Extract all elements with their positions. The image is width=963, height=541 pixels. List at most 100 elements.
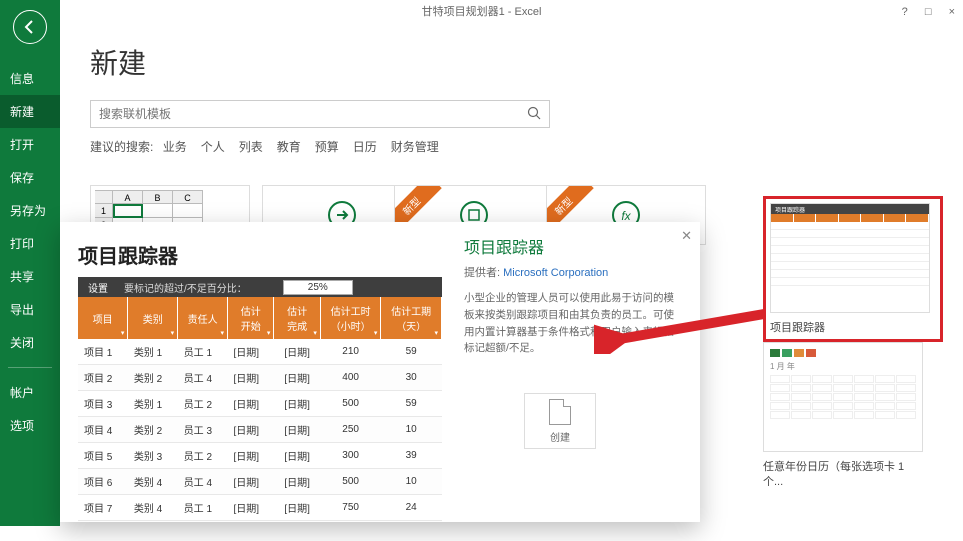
- provider-link[interactable]: Microsoft Corporation: [503, 267, 608, 279]
- table-cell: [日期]: [228, 469, 274, 495]
- template-preview-dialog: 项目跟踪器 设置 要标记的超过/不足百分比： 25% 项目类别责任人估计开始估计…: [60, 222, 700, 522]
- template-project-tracker[interactable]: 项目跟踪器 项目跟踪器: [770, 203, 930, 335]
- table-cell: 类别 1: [128, 391, 178, 417]
- sidebar-separator: [8, 367, 52, 368]
- table-row: 项目 5类别 3员工 2[日期][日期]30039: [78, 443, 442, 469]
- table-cell: 300: [320, 443, 381, 469]
- table-cell: [日期]: [228, 417, 274, 443]
- table-header: 估计完成: [274, 297, 320, 339]
- table-cell: 员工 2: [178, 391, 228, 417]
- template-calendar[interactable]: 1 月 年 任意年份日历（每张选项卡 1 个...: [763, 342, 923, 489]
- table-cell: 38: [381, 521, 442, 523]
- app-title: 甘特项目规划器1 - Excel: [422, 6, 542, 18]
- sidebar-item-新建[interactable]: 新建: [0, 95, 60, 128]
- table-cell: 250: [320, 417, 381, 443]
- maximize-button[interactable]: □: [925, 6, 932, 18]
- table-header: 估计工期（天）: [381, 297, 442, 339]
- table-header: 责任人: [178, 297, 228, 339]
- sidebar-item-保存[interactable]: 保存: [0, 161, 60, 194]
- table-row: 项目 4类别 2员工 3[日期][日期]25010: [78, 417, 442, 443]
- table-cell: 39: [381, 443, 442, 469]
- create-label: 创建: [550, 429, 570, 444]
- suggest-link[interactable]: 财务管理: [391, 140, 439, 154]
- table-cell: [日期]: [274, 495, 320, 521]
- table-cell: 项目 7: [78, 495, 128, 521]
- sidebar-item-选项[interactable]: 选项: [0, 409, 60, 442]
- suggest-link[interactable]: 业务: [163, 140, 187, 154]
- table-cell: 10: [381, 417, 442, 443]
- sidebar-item-信息[interactable]: 信息: [0, 62, 60, 95]
- suggest-link[interactable]: 个人: [201, 140, 225, 154]
- table-cell: 类别 2: [128, 365, 178, 391]
- sidebar-item-关闭[interactable]: 关闭: [0, 326, 60, 359]
- table-cell: 项目 1: [78, 339, 128, 365]
- template-caption: 项目跟踪器: [770, 321, 930, 335]
- table-row: 项目 1类别 1员工 1[日期][日期]21059: [78, 339, 442, 365]
- window-controls: ? □ ×: [888, 0, 955, 24]
- backstage-sidebar: 信息新建打开保存另存为打印共享导出关闭 帐户选项: [0, 0, 60, 526]
- sidebar-item-帐户[interactable]: 帐户: [0, 376, 60, 409]
- sidebar-item-打开[interactable]: 打开: [0, 128, 60, 161]
- suggest-link[interactable]: 日历: [353, 140, 377, 154]
- suggest-link[interactable]: 教育: [277, 140, 301, 154]
- table-cell: 类别 2: [128, 417, 178, 443]
- table-cell: 项目 4: [78, 417, 128, 443]
- close-button[interactable]: ×: [949, 6, 955, 18]
- table-cell: 59: [381, 391, 442, 417]
- table-cell: 450: [320, 521, 381, 523]
- suggest-link[interactable]: 预算: [315, 140, 339, 154]
- suggest-label: 建议的搜索:: [90, 140, 153, 154]
- table-cell: 项目 5: [78, 443, 128, 469]
- dialog-close-button[interactable]: ✕: [681, 228, 692, 244]
- page-title: 新建: [90, 42, 933, 82]
- table-cell: 项目 6: [78, 469, 128, 495]
- table-cell: 员工 1: [178, 521, 228, 523]
- table-cell: [日期]: [228, 521, 274, 523]
- settings-pct-value: 25%: [283, 280, 353, 295]
- help-button[interactable]: ?: [902, 6, 908, 18]
- table-cell: [日期]: [228, 495, 274, 521]
- table-header: 项目: [78, 297, 128, 339]
- table-cell: 210: [320, 339, 381, 365]
- highlighted-template: 项目跟踪器 项目跟踪器: [763, 196, 943, 342]
- table-cell: [日期]: [274, 469, 320, 495]
- suggest-link[interactable]: 列表: [239, 140, 263, 154]
- table-cell: [日期]: [228, 339, 274, 365]
- back-button[interactable]: [13, 10, 47, 44]
- table-cell: [日期]: [274, 365, 320, 391]
- right-template-column: 项目跟踪器 项目跟踪器: [763, 196, 943, 541]
- template-search-box[interactable]: [90, 100, 550, 128]
- table-cell: [日期]: [274, 443, 320, 469]
- table-row: 项目 6类别 4员工 4[日期][日期]50010: [78, 469, 442, 495]
- dialog-template-title: 项目跟踪器: [464, 234, 684, 258]
- sidebar-item-导出[interactable]: 导出: [0, 293, 60, 326]
- table-row: 项目 8类别 5员工 1[日期][日期]45038: [78, 521, 442, 523]
- table-cell: 员工 1: [178, 495, 228, 521]
- table-cell: 项目 3: [78, 391, 128, 417]
- document-icon: [549, 399, 571, 425]
- table-row: 项目 7类别 4员工 1[日期][日期]75024: [78, 495, 442, 521]
- table-cell: 员工 1: [178, 339, 228, 365]
- table-cell: 类别 4: [128, 469, 178, 495]
- settings-label: 设置: [88, 280, 108, 295]
- create-button[interactable]: 创建: [524, 393, 596, 449]
- sidebar-item-共享[interactable]: 共享: [0, 260, 60, 293]
- table-cell: [日期]: [274, 521, 320, 523]
- table-cell: 员工 4: [178, 365, 228, 391]
- table-cell: [日期]: [274, 391, 320, 417]
- table-cell: 24: [381, 495, 442, 521]
- table-cell: 项目 2: [78, 365, 128, 391]
- svg-text:fx: fx: [621, 209, 631, 223]
- sidebar-item-另存为[interactable]: 另存为: [0, 194, 60, 227]
- table-cell: 500: [320, 469, 381, 495]
- dialog-info-pane: ✕ 项目跟踪器 提供者: Microsoft Corporation 小型企业的…: [460, 222, 700, 522]
- preview-settings-bar: 设置 要标记的超过/不足百分比： 25%: [78, 277, 442, 297]
- search-icon[interactable]: [527, 106, 541, 123]
- table-cell: [日期]: [274, 417, 320, 443]
- search-input[interactable]: [99, 107, 527, 121]
- sidebar-item-打印[interactable]: 打印: [0, 227, 60, 260]
- table-cell: 员工 3: [178, 417, 228, 443]
- table-cell: 30: [381, 365, 442, 391]
- table-cell: 400: [320, 365, 381, 391]
- table-cell: 10: [381, 469, 442, 495]
